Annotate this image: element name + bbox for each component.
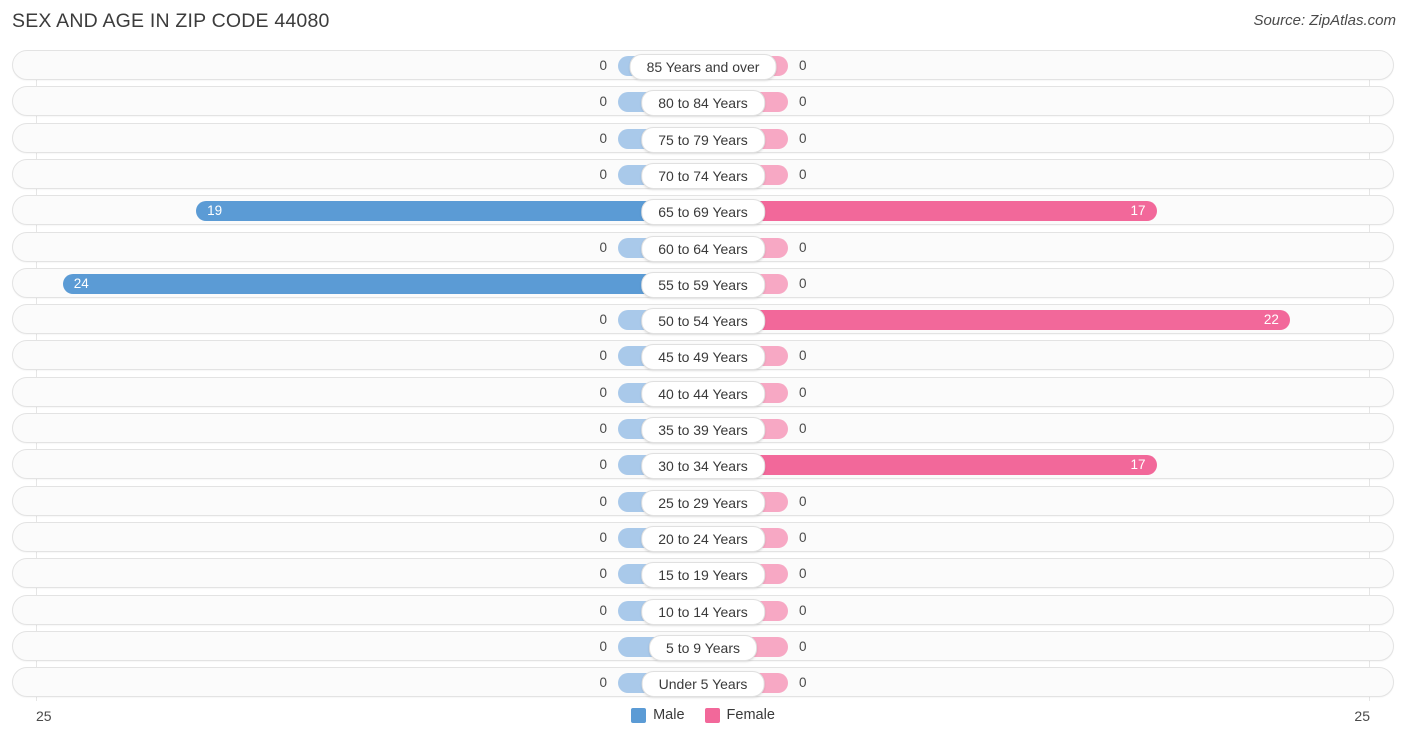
male-bar-value: 19	[207, 203, 223, 219]
legend-label-male: Male	[653, 707, 685, 723]
female-bar-value: 0	[799, 275, 807, 291]
male-bar[interactable]: 19	[196, 201, 703, 222]
male-bar-value: 24	[73, 275, 89, 291]
age-group-row[interactable]: 0 0 Under 5 Years	[12, 667, 1394, 698]
male-bar-value: 0	[599, 348, 607, 364]
male-bar-value: 0	[599, 94, 607, 110]
female-bar-value: 0	[799, 529, 807, 545]
male-bar[interactable]: 24	[62, 273, 703, 294]
age-group-row[interactable]: 0 0 60 to 64 Years	[12, 231, 1394, 262]
age-group-label: 85 Years and over	[629, 54, 777, 80]
male-bar-value: 0	[599, 312, 607, 328]
female-bar-value: 0	[799, 166, 807, 182]
male-bar-value: 0	[599, 130, 607, 146]
chart-legend: Male Female	[0, 707, 1406, 723]
female-bar-value: 0	[799, 384, 807, 400]
age-group-row[interactable]: 0 0 15 to 19 Years	[12, 558, 1394, 589]
female-bar[interactable]: 17	[703, 201, 1157, 222]
male-bar-value: 0	[599, 457, 607, 473]
age-group-row[interactable]: 0 0 35 to 39 Years	[12, 413, 1394, 443]
legend-item-female[interactable]: Female	[704, 707, 775, 723]
age-group-row[interactable]: 0 0 20 to 24 Years	[12, 521, 1394, 552]
female-bar-value: 0	[799, 130, 807, 146]
male-bar-value: 0	[599, 166, 607, 182]
age-group-label: 70 to 74 Years	[641, 162, 765, 189]
female-bar-value: 17	[1130, 457, 1146, 473]
legend-item-male[interactable]: Male	[631, 707, 685, 723]
male-bar-value: 0	[599, 239, 607, 255]
female-bar-value: 22	[1263, 312, 1279, 328]
age-group-label: 55 to 59 Years	[641, 271, 765, 298]
age-group-label: 25 to 29 Years	[641, 489, 765, 516]
female-bar-value: 0	[799, 493, 807, 509]
age-group-row[interactable]: 24 0 55 to 59 Years	[12, 267, 1394, 298]
age-group-row[interactable]: 19 17 65 to 69 Years	[12, 195, 1394, 226]
age-group-row[interactable]: 0 22 50 to 54 Years	[12, 304, 1394, 335]
legend-swatch-male	[631, 707, 647, 723]
age-group-label: 15 to 19 Years	[641, 562, 765, 589]
legend-label-female: Female	[726, 707, 775, 723]
age-group-label: 75 to 79 Years	[641, 126, 765, 153]
age-group-row[interactable]: 0 0 70 to 74 Years	[12, 158, 1394, 189]
female-bar-value: 0	[799, 638, 807, 654]
population-pyramid-plot: 0 0 85 Years and over 0 0 80 to 84 Years 0 0 75 …	[12, 50, 1394, 701]
source-label: Source: ZipAtlas.com	[1253, 12, 1396, 29]
male-bar-value: 0	[599, 566, 607, 582]
age-group-label: 80 to 84 Years	[641, 90, 765, 117]
female-bar-value: 0	[799, 348, 807, 364]
female-bar-value: 0	[799, 239, 807, 255]
female-bar[interactable]: 17	[703, 455, 1157, 476]
age-group-label: Under 5 Years	[641, 671, 765, 698]
male-bar-value: 0	[599, 421, 607, 436]
age-group-row[interactable]: 0 0 5 to 9 Years	[12, 630, 1394, 661]
age-group-row[interactable]: 0 0 45 to 49 Years	[12, 340, 1394, 371]
female-bar-value: 0	[799, 421, 807, 436]
male-bar-value: 0	[599, 384, 607, 400]
age-group-label: 35 to 39 Years	[641, 417, 765, 443]
male-bar-value: 0	[599, 493, 607, 509]
age-group-row[interactable]: 0 0 25 to 29 Years	[12, 485, 1394, 516]
female-bar-value: 0	[799, 602, 807, 618]
age-group-row[interactable]: 0 0 75 to 79 Years	[12, 122, 1394, 153]
male-bar-value: 0	[599, 58, 607, 73]
age-group-label: 65 to 69 Years	[641, 199, 765, 226]
age-group-label: 40 to 44 Years	[641, 380, 765, 407]
female-bar-value: 0	[799, 94, 807, 110]
age-group-label: 50 to 54 Years	[641, 308, 765, 335]
female-bar[interactable]: 22	[703, 310, 1290, 331]
age-group-label: 30 to 34 Years	[641, 453, 765, 480]
chart-footer: 25 25 Male Female	[0, 702, 1406, 740]
age-group-row[interactable]: 0 0 80 to 84 Years	[12, 86, 1394, 117]
age-group-row[interactable]: 0 17 30 to 34 Years	[12, 449, 1394, 480]
female-bar-value: 0	[799, 58, 807, 73]
age-group-label: 45 to 49 Years	[641, 344, 765, 371]
age-group-label: 20 to 24 Years	[641, 525, 765, 552]
male-bar-value: 0	[599, 638, 607, 654]
female-bar-value: 17	[1130, 203, 1146, 219]
age-group-label: 5 to 9 Years	[649, 634, 757, 661]
age-group-row[interactable]: 0 0 10 to 14 Years	[12, 594, 1394, 625]
female-bar-value: 0	[799, 566, 807, 582]
male-bar-value: 0	[599, 529, 607, 545]
age-group-label: 60 to 64 Years	[641, 235, 765, 262]
page-title: SEX AND AGE IN ZIP CODE 44080	[12, 10, 330, 32]
legend-swatch-female	[704, 707, 720, 723]
male-bar-value: 0	[599, 675, 607, 691]
chart-header: SEX AND AGE IN ZIP CODE 44080 Source: Zi…	[0, 0, 1406, 46]
female-bar-value: 0	[799, 675, 807, 691]
age-group-label: 10 to 14 Years	[641, 598, 765, 625]
age-group-row[interactable]: 0 0 85 Years and over	[12, 50, 1394, 80]
male-bar-value: 0	[599, 602, 607, 618]
age-group-row[interactable]: 0 0 40 to 44 Years	[12, 376, 1394, 407]
